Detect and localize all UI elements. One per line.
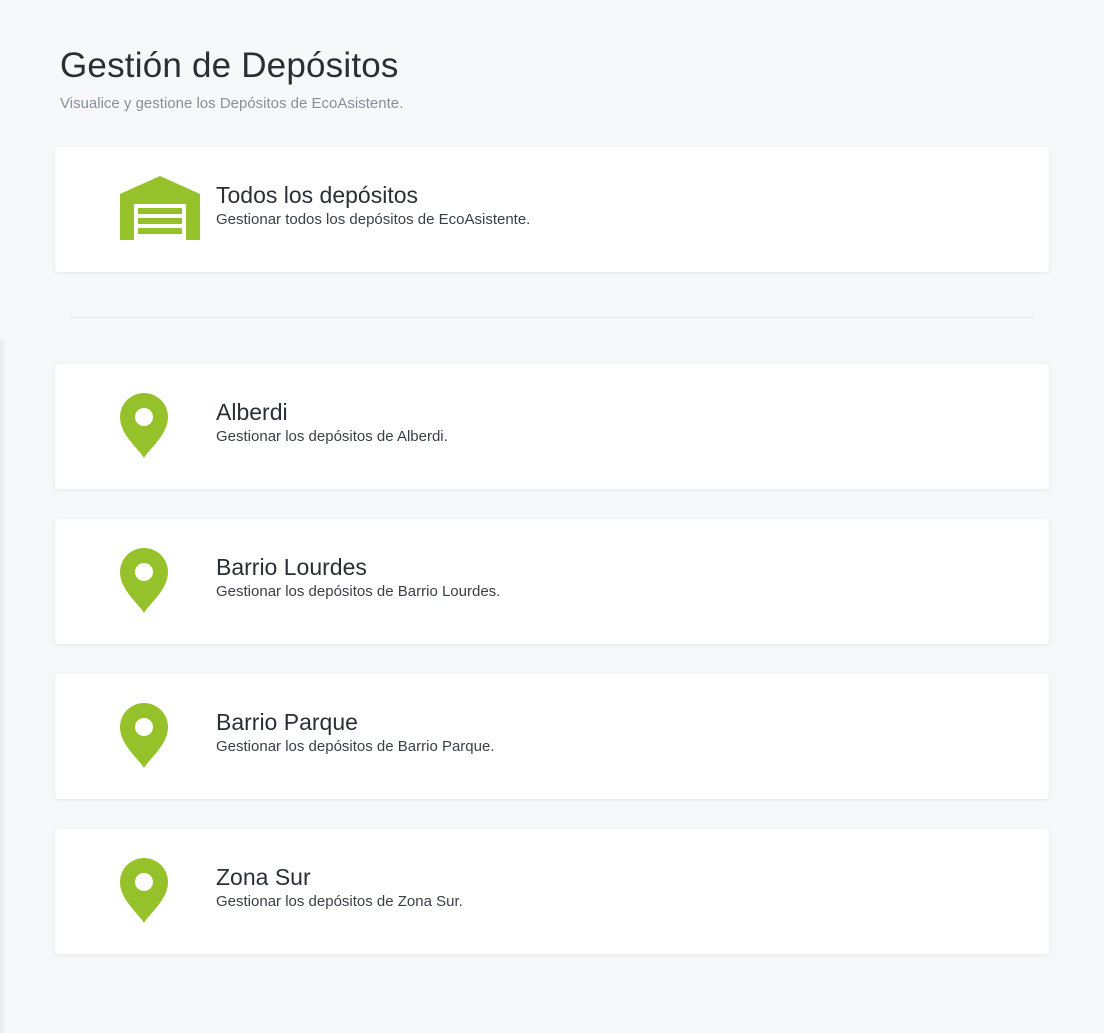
zone-text: Barrio Lourdes Gestionar los depósitos d…: [216, 552, 500, 602]
zone-card-alberdi[interactable]: Alberdi Gestionar los depósitos de Alber…: [55, 364, 1049, 489]
zone-description: Gestionar los depósitos de Zona Sur.: [216, 893, 463, 910]
zone-text: Alberdi Gestionar los depósitos de Alber…: [216, 397, 448, 447]
map-pin-icon: [120, 393, 200, 459]
zone-card-barrio-lourdes[interactable]: Barrio Lourdes Gestionar los depósitos d…: [55, 519, 1049, 644]
page-subtitle: Visualice y gestione los Depósitos de Ec…: [60, 95, 404, 112]
all-deposits-text: Todos los depósitos Gestionar todos los …: [216, 180, 530, 230]
map-pin-icon: [120, 703, 200, 769]
zone-description: Gestionar los depósitos de Alberdi.: [216, 428, 448, 445]
page-header: Gestión de Depósitos Visualice y gestion…: [60, 44, 403, 114]
zone-description: Gestionar los depósitos de Barrio Lourde…: [216, 583, 501, 600]
all-deposits-card[interactable]: Todos los depósitos Gestionar todos los …: [55, 147, 1049, 272]
zone-title: Zona Sur: [216, 864, 311, 890]
zone-text: Zona Sur Gestionar los depósitos de Zona…: [216, 862, 463, 912]
zone-title: Alberdi: [216, 399, 288, 425]
zone-card-barrio-parque[interactable]: Barrio Parque Gestionar los depósitos de…: [55, 674, 1049, 799]
left-edge-shadow: [0, 340, 6, 1033]
zone-title: Barrio Parque: [216, 709, 358, 735]
zone-description: Gestionar los depósitos de Barrio Parque…: [216, 738, 495, 755]
all-deposits-title: Todos los depósitos: [216, 182, 419, 208]
zone-title: Barrio Lourdes: [216, 554, 367, 580]
page-title: Gestión de Depósitos: [60, 46, 399, 85]
all-deposits-description: Gestionar todos los depósitos de EcoAsis…: [216, 211, 531, 228]
zone-card-zona-sur[interactable]: Zona Sur Gestionar los depósitos de Zona…: [55, 829, 1049, 954]
map-pin-icon: [120, 548, 200, 614]
section-divider: [70, 317, 1034, 318]
zone-text: Barrio Parque Gestionar los depósitos de…: [216, 707, 495, 757]
map-pin-icon: [120, 858, 200, 924]
warehouse-icon: [120, 176, 200, 242]
